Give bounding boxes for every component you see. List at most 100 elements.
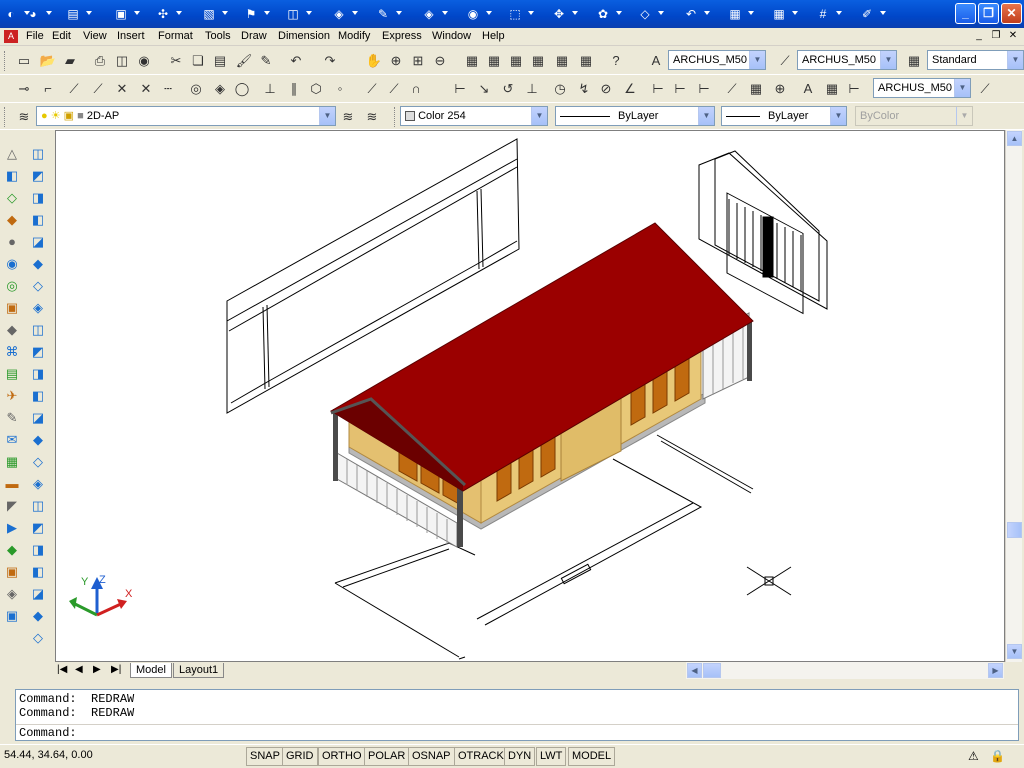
block-icon[interactable]: ▦ [726, 5, 744, 23]
dropdown-arrow-icon[interactable] [616, 11, 622, 15]
viewport-icon[interactable]: ▣ [112, 5, 130, 23]
pan-icon[interactable]: ✋ [364, 51, 384, 71]
polysolid-icon[interactable]: △ [2, 144, 22, 164]
torus-icon[interactable]: ◎ [2, 276, 22, 296]
layer-manager-icon[interactable]: ≋ [14, 107, 34, 127]
vertical-scrollbar[interactable]: ▲ ▼ [1005, 130, 1022, 662]
status-ortho-button[interactable]: ORTHO [318, 747, 366, 766]
camera-icon[interactable]: ▤ [2, 364, 22, 384]
zoom-window-icon[interactable]: ⊞ [408, 51, 428, 71]
command-window[interactable]: Command: REDRAW Command: REDRAW Command: [15, 689, 1019, 741]
jogged-dim-icon[interactable]: ↯ [574, 79, 594, 99]
flag-icon[interactable]: ⚑ [242, 5, 260, 23]
continue-dim-icon[interactable]: ⊢ [694, 79, 714, 99]
preview-icon[interactable]: ◫ [112, 51, 132, 71]
lineweight-combo[interactable]: ByLayer ▼ [721, 106, 847, 126]
calculator-icon[interactable]: ▦ [576, 51, 596, 71]
cone-icon[interactable]: ◆ [2, 210, 22, 230]
box-icon[interactable]: ◫ [284, 5, 302, 23]
line2-icon[interactable]: ⟋ [64, 79, 84, 99]
menu-format[interactable]: Format [158, 30, 193, 42]
save-icon[interactable]: ▰ [60, 51, 80, 71]
doc-minimize-button[interactable]: _ [972, 30, 986, 43]
union-icon[interactable]: ◆ [28, 254, 48, 274]
arc-dim-icon[interactable]: ↺ [498, 79, 518, 99]
pencil-icon[interactable]: ✐ [858, 5, 876, 23]
menu-insert[interactable]: Insert [117, 30, 145, 42]
solid-icon[interactable]: ◈ [330, 5, 348, 23]
menu-window[interactable]: Window [432, 30, 471, 42]
paste-icon[interactable]: ▤ [210, 51, 230, 71]
section-plane-icon[interactable]: ◪ [28, 584, 48, 604]
design-center-icon[interactable]: ▦ [484, 51, 504, 71]
dim-update-icon[interactable]: ⊢ [844, 79, 864, 99]
diameter-dim-icon[interactable]: ⊘ [596, 79, 616, 99]
match-icon[interactable]: ◉ [464, 5, 482, 23]
scene-icon[interactable]: ▣ [2, 562, 22, 582]
radius-dim-icon[interactable]: ◷ [550, 79, 570, 99]
construction-line-icon[interactable]: ⟋ [88, 79, 108, 99]
dropdown-arrow-icon[interactable] [86, 11, 92, 15]
sphere-icon[interactable]: ● [2, 232, 22, 252]
markup-icon[interactable]: ▦ [552, 51, 572, 71]
fly-icon[interactable]: ✎ [2, 408, 22, 428]
menu-view[interactable]: View [83, 30, 107, 42]
layer-previous-icon[interactable]: ≋ [362, 107, 382, 127]
status-dyn-button[interactable]: DYN [504, 747, 536, 766]
subtract-icon[interactable]: ◇ [28, 276, 48, 296]
scroll-right-arrow[interactable]: ▶ [988, 663, 1003, 678]
extend-icon[interactable]: ✕ [136, 79, 156, 99]
doc-close-button[interactable]: ✕ [1006, 30, 1020, 43]
multiline-icon[interactable]: ✕ [112, 79, 132, 99]
edit-dim-icon[interactable]: A [798, 79, 818, 99]
magnet-icon[interactable]: ∩ [406, 79, 426, 99]
status-model-button[interactable]: MODEL [568, 747, 616, 766]
material-icon[interactable]: ⌘ [2, 342, 22, 362]
multileader-icon[interactable]: ⟋ [975, 79, 995, 99]
polyline-icon[interactable]: ⌐ [38, 79, 58, 99]
copy-icon[interactable]: ❏ [188, 51, 208, 71]
tool-palettes-icon[interactable]: ▦ [506, 51, 526, 71]
3d-mirror-icon[interactable]: ◪ [28, 408, 48, 428]
lights-list-icon[interactable]: ◈ [2, 584, 22, 604]
intersect-icon[interactable]: ◈ [28, 298, 48, 318]
app-icon[interactable]: A [4, 30, 18, 43]
loft-icon[interactable]: ◪ [28, 232, 48, 252]
status-polar-button[interactable]: POLAR [364, 747, 410, 766]
mapping-icon[interactable]: ◆ [2, 540, 22, 560]
aligned-dim-icon[interactable]: ↘ [474, 79, 494, 99]
menu-express[interactable]: Express [382, 30, 422, 42]
flatshot-icon[interactable]: ◆ [28, 606, 48, 626]
dropdown-arrow-icon[interactable] [442, 11, 448, 15]
orbit-icon[interactable]: ◫ [28, 496, 48, 516]
make-current-layer-icon[interactable]: ≋ [338, 107, 358, 127]
pan-3d-icon[interactable]: ◧ [28, 562, 48, 582]
restore-button[interactable]: ❐ [978, 3, 999, 24]
menu-edit[interactable]: Edit [52, 30, 71, 42]
menu-tools[interactable]: Tools [205, 30, 231, 42]
doc-restore-button[interactable]: ❐ [989, 30, 1003, 43]
free-orbit-icon[interactable]: ◩ [28, 518, 48, 538]
visual-style-icon[interactable]: ◇ [28, 452, 48, 472]
status-osnap-button[interactable]: OSNAP [408, 747, 455, 766]
dropdown-arrow-icon[interactable] [134, 11, 140, 15]
menu-dimension[interactable]: Dimension [278, 30, 330, 42]
slice-icon[interactable]: ◫ [28, 320, 48, 340]
lock-toolbar-icon[interactable]: 🔒 [990, 749, 1005, 763]
dropdown-arrow-icon[interactable] [836, 11, 842, 15]
dropdown-arrow-icon[interactable] [704, 11, 710, 15]
block-editor-icon[interactable]: ✎ [256, 51, 276, 71]
table-style-combo[interactable]: Standard ▼ [927, 50, 1024, 70]
select-icon[interactable]: ⬚ [506, 5, 524, 23]
dropdown-arrow-icon[interactable] [748, 11, 754, 15]
fog-icon[interactable]: ◤ [2, 496, 22, 516]
drawing-area[interactable]: Z Y X [55, 130, 1005, 662]
move-icon[interactable]: ✥ [550, 5, 568, 23]
3d-orbit-icon[interactable]: ◕ [24, 5, 42, 23]
dropdown-arrow-icon[interactable] [264, 11, 270, 15]
dropdown-arrow-icon[interactable] [396, 11, 402, 15]
next-tab-icon[interactable]: ▶ [93, 664, 101, 675]
plot-icon[interactable]: ◇ [28, 628, 48, 648]
status-lwt-button[interactable]: LWT [536, 747, 567, 766]
angular-dim-icon[interactable]: ∠ [620, 79, 640, 99]
